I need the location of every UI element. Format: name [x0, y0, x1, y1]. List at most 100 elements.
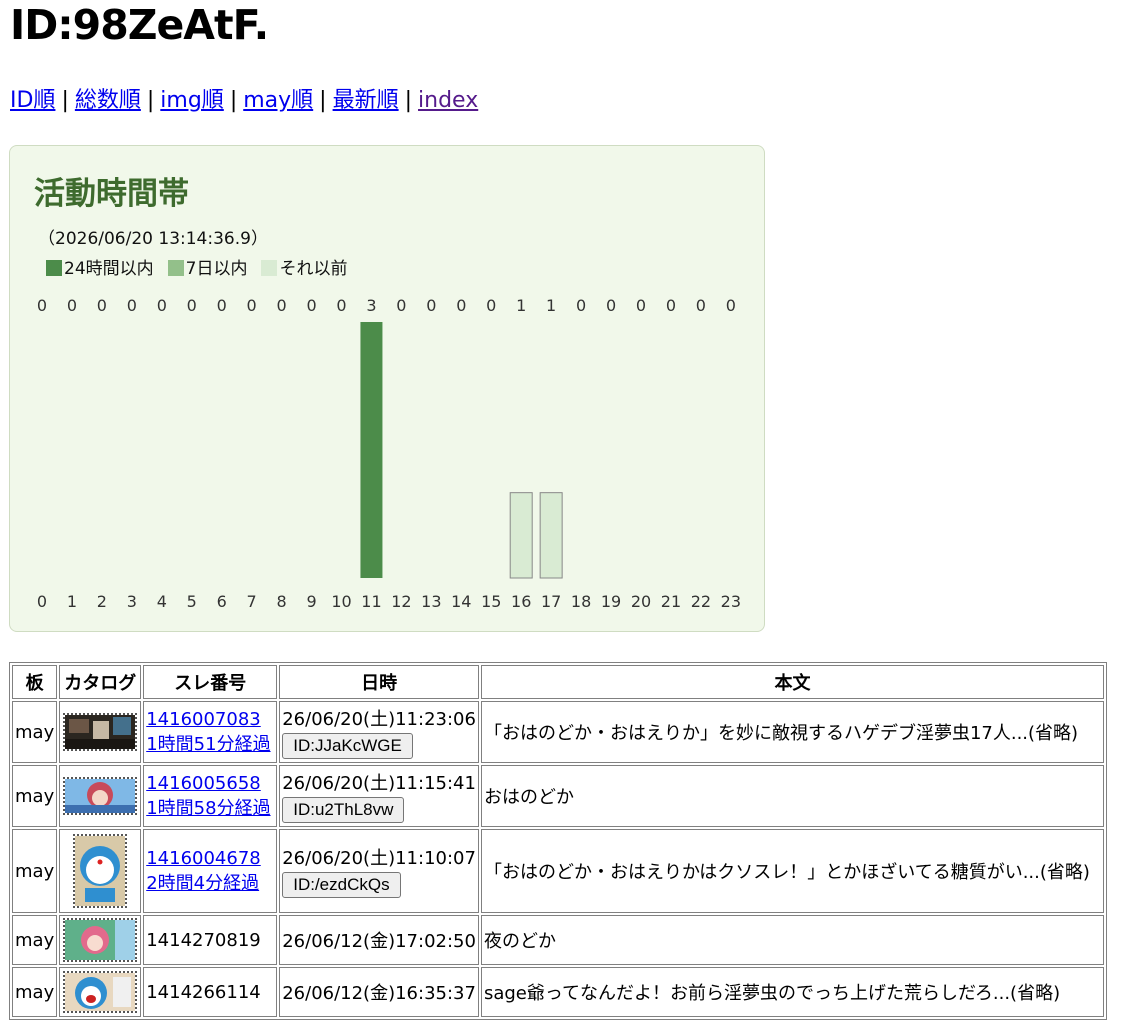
nav-separator: |	[229, 88, 238, 113]
id-button[interactable]: ID:u2ThL8vw	[282, 797, 405, 823]
count-label-14: 0	[456, 296, 466, 315]
legend-label: 7日以内	[185, 259, 248, 279]
page-title: ID:98ZeAtF.	[10, 1, 269, 49]
hour-label-8: 8	[277, 592, 287, 611]
legend-label: それ以前	[279, 259, 348, 279]
thread-number-cell: 1414266114	[143, 967, 278, 1017]
count-label-19: 0	[606, 296, 616, 315]
count-label-6: 0	[217, 296, 227, 315]
count-label-11: 3	[366, 296, 376, 315]
count-label-13: 0	[426, 296, 436, 315]
catalog-cell	[59, 765, 142, 827]
thread-number-cell: 1416004678 2時間4分経過	[143, 829, 278, 913]
bar-hour-17-series-2	[539, 492, 563, 579]
nav-link-3[interactable]: may順	[243, 88, 313, 113]
id-button[interactable]: ID:JJaKcWGE	[282, 733, 413, 759]
activity-timestamp: （2026/06/20 13:14:36.9）	[38, 229, 268, 249]
anime-girl-green-thumbnail[interactable]	[63, 918, 138, 962]
posts-table-wrapper: 板 カタログ スレ番号 日時 本文 may 1416007083 1時間51分経過 2…	[9, 662, 1107, 1020]
board-cell: may	[12, 701, 58, 763]
catalog-cell	[59, 967, 142, 1017]
board-cell: may	[12, 967, 58, 1017]
hour-label-6: 6	[217, 592, 227, 611]
body-cell: 夜のどか	[480, 915, 1104, 965]
body-cell: 「おはのどか・おはえりか」を妙に敵視するハゲデブ淫夢虫17人...(省略)	[480, 701, 1104, 763]
elapsed-link[interactable]: 1時間51分経過	[146, 734, 270, 755]
count-label-21: 0	[666, 296, 676, 315]
body-cell: 「おはのどか・おはえりかはクソスレ！」とかほざいてる糖質がい...(省略)	[480, 829, 1104, 913]
hour-label-4: 4	[157, 592, 167, 611]
datetime-cell: 26/06/20(土)11:10:07 ID:/ezdCkQs	[279, 829, 479, 913]
legend-label: 24時間以内	[64, 259, 154, 279]
hour-label-1: 1	[67, 592, 77, 611]
posts-table-body: may 1416007083 1時間51分経過 26/06/20(土)11:23:06…	[12, 701, 1104, 1017]
post-datetime: 26/06/20(土)11:10:07	[282, 848, 476, 869]
body-cell: sage爺ってなんだよ！お前ら淫夢虫のでっち上げた荒らしだろ...(省略)	[480, 967, 1104, 1017]
hour-label-14: 14	[451, 592, 471, 611]
count-label-12: 0	[396, 296, 406, 315]
header-datetime: 日時	[279, 665, 479, 699]
legend-item-1: 7日以内	[167, 254, 248, 279]
chart-legend: 24時間以内 7日以内 それ以前	[46, 254, 361, 279]
table-header-row: 板 カタログ スレ番号 日時 本文	[12, 665, 1104, 699]
datetime-cell: 26/06/12(金)17:02:50	[279, 915, 479, 965]
bar-hour-16-series-2	[509, 492, 533, 579]
post-datetime: 26/06/20(土)11:15:41	[282, 773, 476, 794]
hour-label-9: 9	[306, 592, 316, 611]
nav-link-1[interactable]: 総数順	[75, 88, 141, 113]
activity-title: 活動時間帯	[34, 176, 189, 212]
thread-link[interactable]: 1416007083	[146, 709, 261, 730]
legend-swatch	[261, 260, 278, 276]
hour-label-2: 2	[97, 592, 107, 611]
elapsed-link[interactable]: 2時間4分経過	[146, 873, 259, 894]
nav-separator: |	[404, 88, 413, 113]
table-row: may 1414266114 26/06/12(金)16:35:37 sage爺ってな…	[12, 967, 1104, 1017]
count-label-2: 0	[97, 296, 107, 315]
nav-separator: |	[319, 88, 327, 113]
post-datetime: 26/06/20(土)11:23:06	[282, 709, 476, 730]
nav-link-4[interactable]: 最新順	[333, 88, 399, 113]
datetime-cell: 26/06/20(土)11:15:41 ID:u2ThL8vw	[279, 765, 479, 827]
count-label-3: 0	[127, 296, 137, 315]
hour-label-17: 17	[541, 592, 561, 611]
datetime-cell: 26/06/12(金)16:35:37	[279, 967, 479, 1017]
hour-label-23: 23	[721, 592, 741, 611]
doraemon-thumbnail[interactable]	[73, 834, 128, 908]
id-button[interactable]: ID:/ezdCkQs	[282, 872, 401, 898]
table-row: may 1416007083 1時間51分経過 26/06/20(土)11:23:06…	[12, 701, 1104, 763]
doraemon-shocked-thumbnail[interactable]	[63, 971, 138, 1013]
nav-separator: |	[146, 88, 155, 113]
anime-girl-thumbnail[interactable]	[63, 777, 138, 815]
catalog-cell	[59, 701, 142, 763]
count-label-10: 0	[336, 296, 346, 315]
thread-number-cell: 1416007083 1時間51分経過	[143, 701, 278, 763]
elapsed-link[interactable]: 1時間58分経過	[146, 798, 270, 819]
count-label-23: 0	[726, 296, 736, 315]
count-label-7: 0	[247, 296, 257, 315]
count-label-15: 0	[486, 296, 496, 315]
hour-label-11: 11	[361, 592, 381, 611]
board-cell: may	[12, 765, 58, 827]
count-label-0: 0	[37, 296, 47, 315]
nav-separator: |	[61, 88, 69, 113]
hour-label-22: 22	[691, 592, 711, 611]
nav-link-5[interactable]: index	[418, 88, 478, 113]
thread-link[interactable]: 1416004678	[146, 848, 261, 869]
legend-item-2: それ以前	[261, 254, 347, 279]
count-label-17: 1	[546, 296, 556, 315]
hour-label-13: 13	[421, 592, 441, 611]
hour-label-19: 19	[601, 592, 621, 611]
activity-panel: 0 0 0 1 0 2 0 3 0 4 0 5 0 6 0 7 0 8 0 9 0 10 3 11 0 12 0 13 0 14 0 15 1 1…	[9, 145, 765, 632]
hour-label-16: 16	[511, 592, 531, 611]
thread-number-cell: 1414270819	[143, 915, 278, 965]
nav-link-0[interactable]: ID順	[10, 88, 55, 113]
datetime-cell: 26/06/20(土)11:23:06 ID:JJaKcWGE	[279, 701, 479, 763]
count-label-4: 0	[157, 296, 167, 315]
count-label-20: 0	[636, 296, 646, 315]
nav-link-2[interactable]: img順	[160, 88, 224, 113]
thread-link[interactable]: 1416005658	[146, 773, 261, 794]
bar-hour-11-series-0	[360, 322, 383, 578]
dark-group-thumbnail[interactable]	[63, 713, 138, 751]
count-label-9: 0	[306, 296, 316, 315]
hour-label-12: 12	[391, 592, 411, 611]
